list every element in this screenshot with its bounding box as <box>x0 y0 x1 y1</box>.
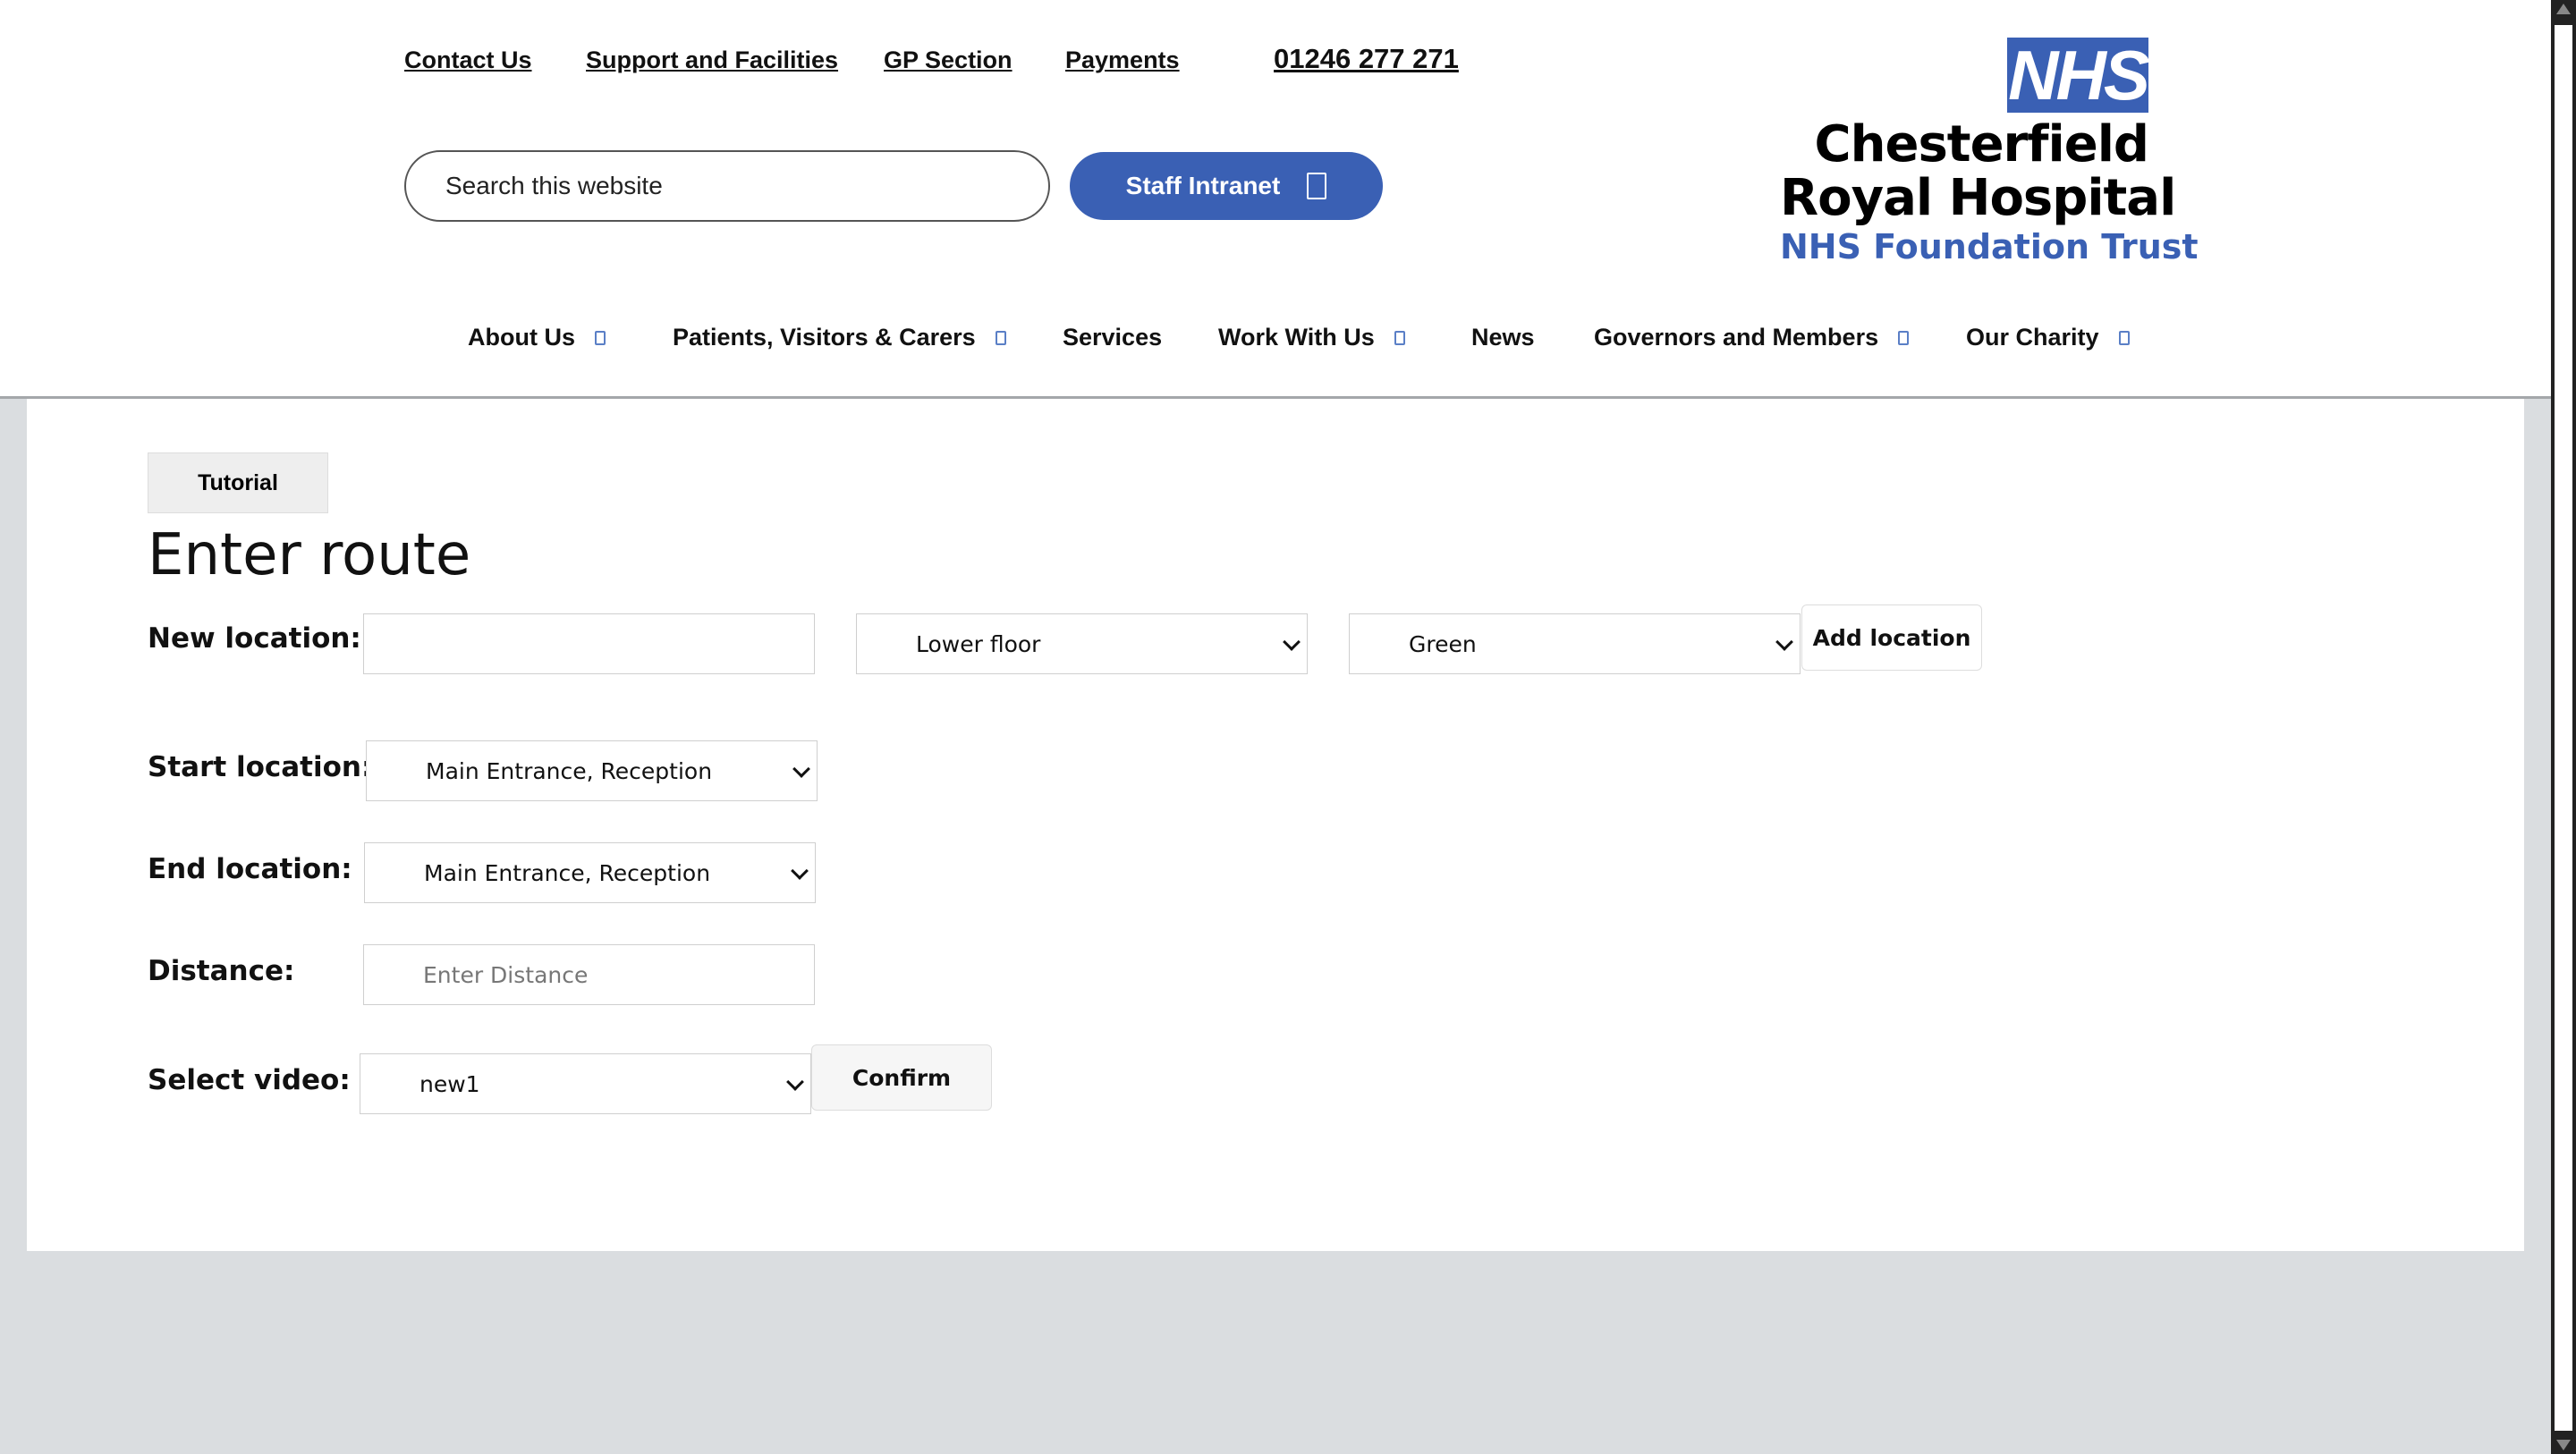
phone-number-link[interactable]: 01246 277 271 <box>1274 43 1459 75</box>
nav-item-news[interactable]: News <box>1471 324 1535 351</box>
chevron-down-icon <box>2118 330 2130 345</box>
end-location-value: Main Entrance, Reception <box>424 859 711 886</box>
nav-item-services[interactable]: Services <box>1063 324 1162 351</box>
select-video-label: Select video: <box>148 1064 351 1096</box>
logo-line-3: NHS Foundation Trust <box>1780 227 2199 266</box>
start-location-select[interactable]: Main Entrance, Reception <box>366 740 818 801</box>
chevron-down-icon <box>995 330 1006 345</box>
nav-label: News <box>1471 324 1535 351</box>
chevron-down-icon <box>791 862 809 880</box>
staff-intranet-button[interactable]: Staff Intranet <box>1070 152 1383 220</box>
confirm-button[interactable]: Confirm <box>811 1044 992 1111</box>
start-location-label: Start location: <box>148 751 373 783</box>
nav-item-patients-visitors-carers[interactable]: Patients, Visitors & Carers <box>673 324 1006 351</box>
page-background: Contact Us Support and Facilities GP Sec… <box>0 0 2551 1454</box>
new-location-input[interactable] <box>363 613 815 674</box>
nav-label: Patients, Visitors & Carers <box>673 324 976 351</box>
video-select[interactable]: new1 <box>360 1053 811 1114</box>
nav-label: About Us <box>468 324 575 351</box>
nav-item-governors-members[interactable]: Governors and Members <box>1594 324 1910 351</box>
chevron-down-icon <box>1394 330 1405 345</box>
tutorial-button[interactable]: Tutorial <box>148 452 328 513</box>
color-select-value: Green <box>1409 630 1477 657</box>
chevron-down-icon <box>594 330 606 345</box>
nav-label: Governors and Members <box>1594 324 1879 351</box>
distance-input[interactable]: Enter Distance <box>363 944 815 1005</box>
contact-us-link[interactable]: Contact Us <box>404 46 532 74</box>
scrollbar-thumb[interactable] <box>2555 25 2572 1431</box>
nhs-logo[interactable]: NHS Chesterfield Royal Hospital NHS Foun… <box>1780 36 2199 268</box>
new-location-label: New location: <box>148 622 361 655</box>
scroll-down-arrow-icon[interactable] <box>2556 1440 2571 1450</box>
nav-item-our-charity[interactable]: Our Charity <box>1966 324 2130 351</box>
start-location-value: Main Entrance, Reception <box>426 757 713 784</box>
add-location-button[interactable]: Add location <box>1801 604 1982 671</box>
floor-select-value: Lower floor <box>916 630 1041 657</box>
chevron-down-icon <box>1283 633 1301 651</box>
logo-line-1: Chesterfield <box>1814 115 2149 173</box>
distance-label: Distance: <box>148 955 295 987</box>
payments-link[interactable]: Payments <box>1065 46 1180 74</box>
chevron-down-icon <box>1898 330 1910 345</box>
logo-line-2: Royal Hospital <box>1780 169 2176 227</box>
chevron-down-icon <box>1775 633 1793 651</box>
site-header: Contact Us Support and Facilities GP Sec… <box>0 0 2551 399</box>
gp-section-link[interactable]: GP Section <box>884 46 1013 74</box>
scroll-up-arrow-icon[interactable] <box>2556 4 2571 14</box>
chevron-down-icon <box>792 760 810 778</box>
nav-item-about-us[interactable]: About Us <box>468 324 606 351</box>
chevron-down-icon <box>786 1073 804 1091</box>
nav-label: Our Charity <box>1966 324 2099 351</box>
staff-intranet-label: Staff Intranet <box>1125 172 1281 199</box>
support-facilities-link[interactable]: Support and Facilities <box>586 46 838 74</box>
nav-label: Services <box>1063 324 1163 351</box>
nav-label: Work With Us <box>1218 324 1375 351</box>
video-select-value: new1 <box>419 1070 480 1097</box>
floor-select[interactable]: Lower floor <box>856 613 1308 674</box>
vertical-scrollbar[interactable] <box>2551 0 2576 1454</box>
nav-item-work-with-us[interactable]: Work With Us <box>1218 324 1405 351</box>
color-select[interactable]: Green <box>1349 613 1801 674</box>
end-location-select[interactable]: Main Entrance, Reception <box>364 842 816 903</box>
external-link-icon <box>1307 173 1327 199</box>
search-input[interactable]: Search this website <box>404 150 1050 222</box>
page-title: Enter route <box>148 522 471 588</box>
nhs-mark: NHS <box>2007 36 2150 114</box>
end-location-label: End location: <box>148 853 352 885</box>
